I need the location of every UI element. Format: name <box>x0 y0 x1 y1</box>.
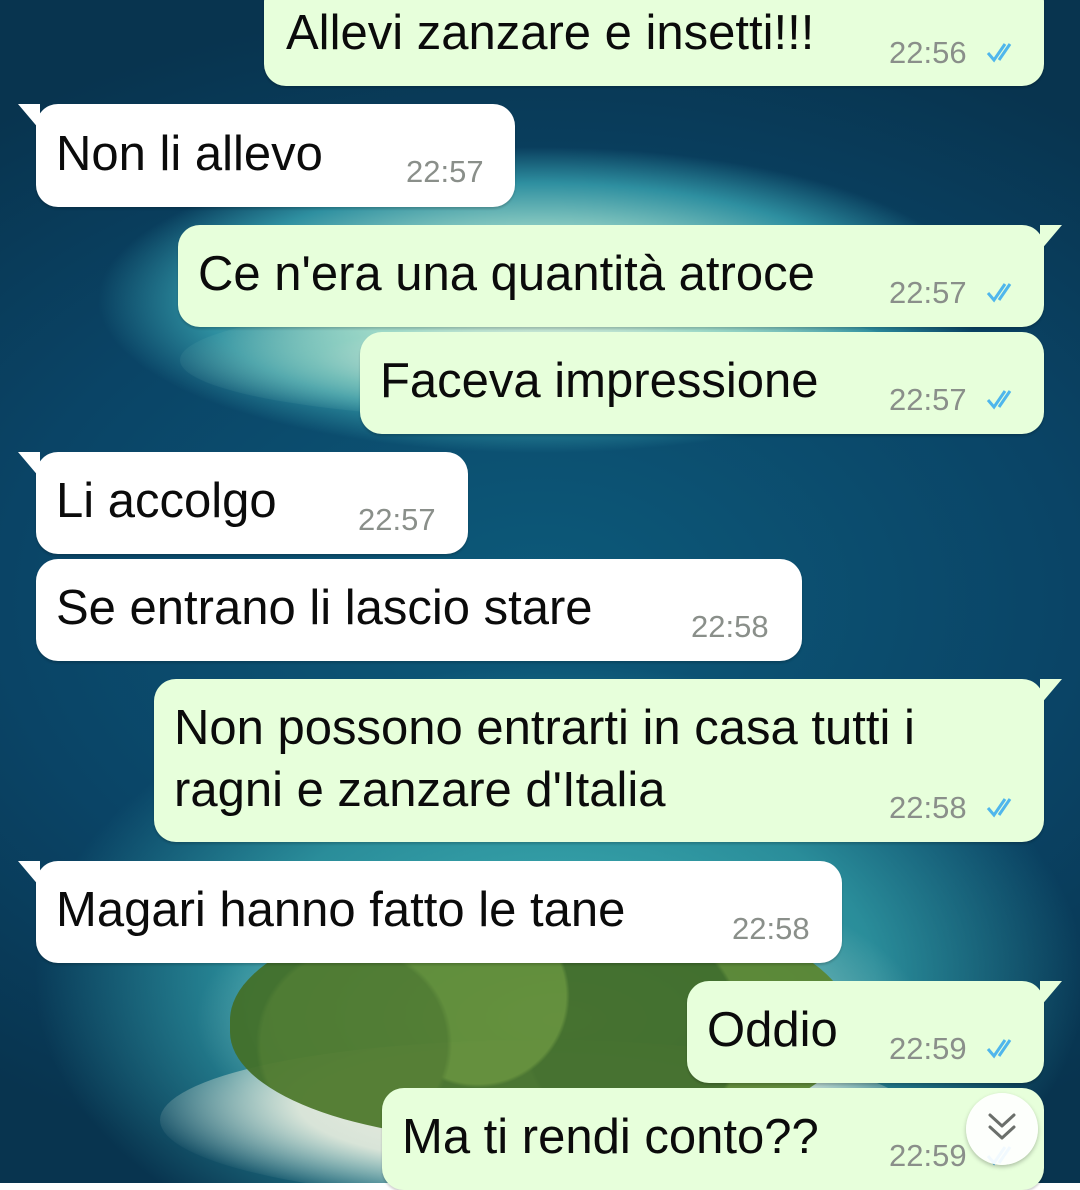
double-check-icon <box>986 390 1012 410</box>
message-bubble-incoming[interactable]: Se entrano li lascio stare 22:58 <box>36 559 802 661</box>
message-bubble-outgoing[interactable]: Faceva impressione 22:57 <box>360 332 1044 434</box>
message-text: Se entrano li lascio stare <box>56 581 593 635</box>
double-check-icon <box>986 798 1012 818</box>
scroll-to-bottom-button[interactable] <box>966 1093 1038 1165</box>
message-time: 22:57 <box>889 382 967 417</box>
message-bubble-outgoing[interactable]: Allevi zanzare e insetti!!! 22:56 <box>264 0 1044 86</box>
message-text: Faceva impressione <box>380 354 819 408</box>
message-text: Allevi zanzare e insetti!!! <box>286 6 815 60</box>
message-text: Ma ti rendi conto?? <box>402 1110 819 1164</box>
message-time: 22:57 <box>358 502 436 537</box>
message-text: Non li allevo <box>56 127 323 181</box>
message-text: Ce n'era una quantità atroce <box>198 247 815 301</box>
message-time: 22:58 <box>732 911 810 946</box>
message-bubble-incoming[interactable]: Non li allevo 22:57 <box>18 104 515 207</box>
message-text: Oddio <box>707 1003 838 1057</box>
message-bubble-outgoing[interactable]: Ce n'era una quantità atroce 22:57 <box>178 225 1062 327</box>
message-time: 22:57 <box>889 275 967 310</box>
message-bubble-outgoing[interactable]: Non possono entrarti in casa tutti i rag… <box>154 679 1062 842</box>
double-check-icon <box>986 1039 1012 1059</box>
message-bubble-outgoing[interactable]: Ma ti rendi conto?? 22:59 <box>382 1088 1044 1190</box>
message-time: 22:56 <box>889 35 967 70</box>
double-chevron-down-icon <box>988 1113 1016 1140</box>
message-bubble-incoming[interactable]: Li accolgo 22:57 <box>18 452 468 554</box>
message-time: 22:57 <box>406 154 484 189</box>
message-time: 22:58 <box>889 790 967 825</box>
message-text: Magari hanno fatto le tane <box>56 883 626 937</box>
double-check-icon <box>986 43 1012 63</box>
message-bubble-outgoing[interactable]: Oddio 22:59 <box>687 981 1062 1083</box>
message-text: Non possono entrarti in casa tutti i rag… <box>174 701 915 817</box>
message-text: Li accolgo <box>56 474 277 528</box>
message-bubble-incoming[interactable]: Magari hanno fatto le tane 22:58 <box>18 861 842 963</box>
double-check-icon <box>986 283 1012 303</box>
message-time: 22:59 <box>889 1138 967 1173</box>
message-time: 22:59 <box>889 1031 967 1066</box>
message-time: 22:58 <box>691 609 769 644</box>
